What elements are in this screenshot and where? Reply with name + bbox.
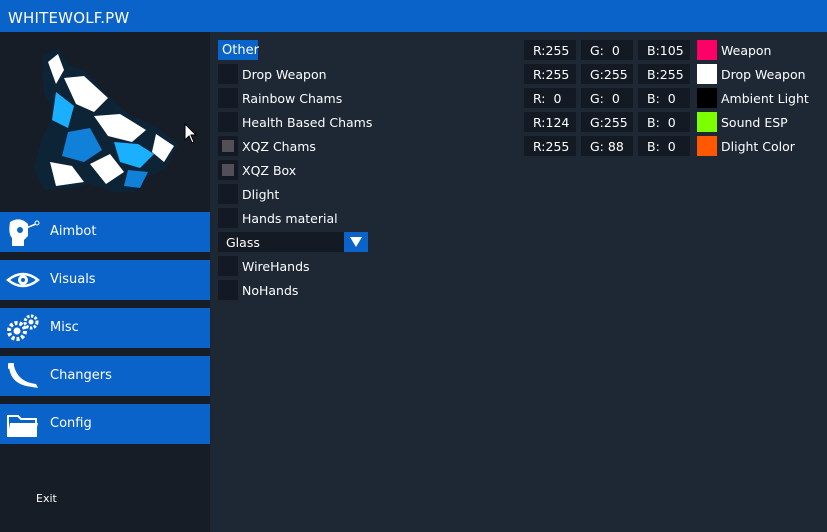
red-field[interactable]: R: 0 [524, 88, 576, 108]
option-health-based-chams[interactable]: Health Based Chams [218, 112, 518, 132]
gears-icon [7, 314, 39, 341]
green-field[interactable]: G: 88 [581, 136, 633, 156]
option-label: XQZ Box [242, 163, 297, 178]
tab-label: Other [222, 43, 259, 58]
color-label: Weapon [721, 43, 772, 58]
color-row-drop-weapon: R:255 G:255 B:255 Drop Weapon [524, 64, 824, 84]
blue-field[interactable]: B: 0 [638, 112, 690, 132]
tab-other[interactable]: Other [218, 40, 259, 60]
red-field[interactable]: R:255 [524, 64, 576, 84]
checkbox[interactable] [218, 208, 238, 228]
green-field[interactable]: G: 0 [581, 40, 633, 60]
sidebar: Aimbot Visuals Misc Changers Config Exit [0, 32, 210, 532]
checkbox[interactable] [218, 184, 238, 204]
green-field[interactable]: G: 0 [581, 88, 633, 108]
select-value: Glass [226, 235, 260, 250]
blue-field[interactable]: B:105 [638, 40, 690, 60]
option-label: WireHands [242, 259, 310, 274]
folder-icon [7, 415, 38, 437]
blue-field[interactable]: B:255 [638, 64, 690, 84]
color-swatch[interactable] [697, 88, 717, 108]
chevron-down-icon [350, 237, 362, 247]
red-field[interactable]: R:255 [524, 40, 576, 60]
dropdown-toggle[interactable] [344, 232, 368, 252]
option-label: Dlight [242, 187, 280, 202]
knife-icon [8, 363, 38, 388]
eye-icon [6, 272, 40, 288]
checkbox[interactable] [218, 136, 238, 156]
option-dlight[interactable]: Dlight [218, 184, 518, 204]
color-swatch[interactable] [697, 136, 717, 156]
sidebar-item-config[interactable]: Config [0, 404, 210, 444]
option-label: XQZ Chams [242, 139, 316, 154]
option-rainbow-chams[interactable]: Rainbow Chams [218, 88, 518, 108]
color-swatch[interactable] [697, 112, 717, 132]
green-field[interactable]: G:255 [581, 64, 633, 84]
color-row-sound-esp: R:124 G:255 B: 0 Sound ESP [524, 112, 824, 132]
red-field[interactable]: R:124 [524, 112, 576, 132]
checkbox[interactable] [218, 112, 238, 132]
aim-head-icon [9, 219, 40, 246]
option-label: Health Based Chams [242, 115, 373, 130]
checkbox[interactable] [218, 64, 238, 84]
blue-field[interactable]: B: 0 [638, 88, 690, 108]
option-hands-material[interactable]: Hands material [218, 208, 518, 228]
option-label: Rainbow Chams [242, 91, 343, 106]
color-row-ambient-light: R: 0 G: 0 B: 0 Ambient Light [524, 88, 824, 108]
mouse-cursor-icon [184, 123, 198, 144]
sidebar-item-label: Config [50, 416, 92, 431]
sidebar-item-aimbot[interactable]: Aimbot [0, 212, 210, 252]
green-field[interactable]: G:255 [581, 112, 633, 132]
color-label: Ambient Light [721, 91, 809, 106]
exit-button[interactable]: Exit [36, 492, 57, 506]
checkbox[interactable] [218, 256, 238, 276]
sidebar-item-label: Changers [50, 368, 112, 383]
color-swatch[interactable] [697, 40, 717, 60]
main-panel: Other Drop Weapon Rainbow Chams Health B… [210, 32, 827, 532]
option-nohands[interactable]: NoHands [218, 280, 518, 300]
color-row-dlight-color: R:255 G: 88 B: 0 Dlight Color [524, 136, 824, 156]
color-label: Dlight Color [721, 139, 795, 154]
checkbox[interactable] [218, 88, 238, 108]
blue-field[interactable]: B: 0 [638, 136, 690, 156]
color-swatch[interactable] [697, 64, 717, 84]
color-row-weapon: R:255 G: 0 B:105 Weapon [524, 40, 824, 60]
option-wirehands[interactable]: WireHands [218, 256, 518, 276]
hands-material-select[interactable]: Glass [218, 232, 368, 252]
red-field[interactable]: R:255 [524, 136, 576, 156]
color-label: Drop Weapon [721, 67, 806, 82]
checkbox[interactable] [218, 280, 238, 300]
option-xqz-chams[interactable]: XQZ Chams [218, 136, 518, 156]
option-xqz-box[interactable]: XQZ Box [218, 160, 518, 180]
option-label: Drop Weapon [242, 67, 327, 82]
color-label: Sound ESP [721, 115, 788, 130]
sidebar-item-label: Visuals [50, 272, 96, 287]
wolf-logo [34, 48, 178, 192]
option-label: NoHands [242, 283, 299, 298]
sidebar-item-visuals[interactable]: Visuals [0, 260, 210, 300]
app-title: WHITEWOLF.PW [8, 9, 130, 27]
sidebar-item-misc[interactable]: Misc [0, 308, 210, 348]
sidebar-item-label: Misc [50, 320, 79, 335]
title-bar: WHITEWOLF.PW [0, 0, 827, 32]
option-label: Hands material [242, 211, 338, 226]
sidebar-item-label: Aimbot [50, 224, 97, 239]
checkbox[interactable] [218, 160, 238, 180]
sidebar-item-changers[interactable]: Changers [0, 356, 210, 396]
option-drop-weapon[interactable]: Drop Weapon [218, 64, 518, 84]
